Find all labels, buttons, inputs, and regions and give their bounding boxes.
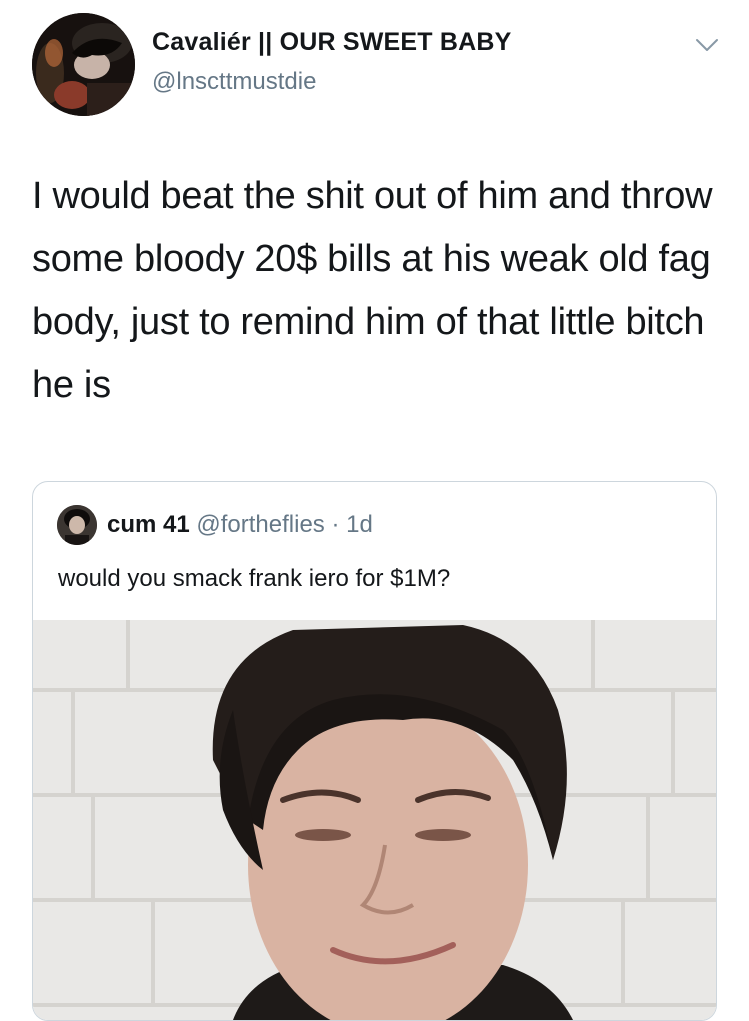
tweet-text: I would beat the shit out of him and thr… bbox=[32, 175, 713, 406]
quoted-tweet-photo[interactable] bbox=[33, 620, 717, 1020]
quoted-tweet-header: cum 41 @fortheflies · 1d bbox=[107, 511, 373, 539]
author-avatar[interactable] bbox=[32, 13, 135, 116]
quoted-tweet-card[interactable]: cum 41 @fortheflies · 1d would you smack… bbox=[32, 481, 717, 1021]
author-display-name[interactable]: Cavaliér || OUR SWEET BABY bbox=[152, 28, 512, 57]
quoted-author-avatar-image bbox=[57, 505, 97, 545]
quoted-tweet-text: would you smack frank iero for $1M? bbox=[58, 565, 451, 592]
author-handle[interactable]: @lnscttmustdie bbox=[152, 68, 316, 96]
quoted-author-handle[interactable]: @fortheflies bbox=[196, 511, 324, 538]
author-avatar-image bbox=[32, 13, 135, 116]
quoted-author-avatar[interactable] bbox=[57, 505, 97, 545]
quoted-tweet-time: 1d bbox=[346, 511, 373, 538]
meta-separator: · bbox=[324, 511, 347, 538]
chevron-down-icon[interactable] bbox=[694, 36, 720, 54]
quoted-author-display-name[interactable]: cum 41 bbox=[107, 511, 190, 538]
